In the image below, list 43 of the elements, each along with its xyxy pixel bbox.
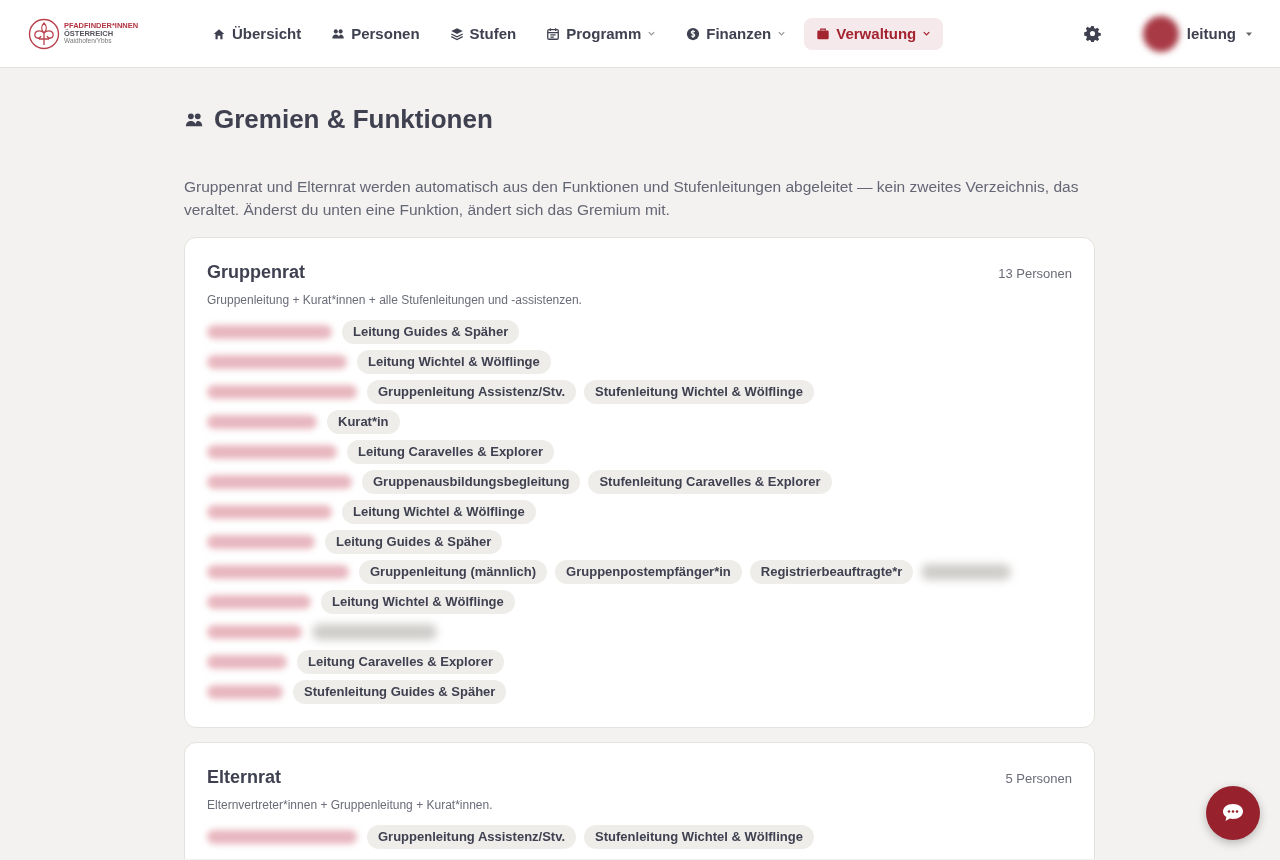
nav-tab[interactable]: Stufen [437, 17, 529, 50]
role-tag: Kurat*in [327, 410, 400, 434]
role-tag: Gruppenausbildungsbegleitung [362, 470, 581, 494]
settings-icon[interactable] [1083, 25, 1101, 42]
role-tag: Leitung Guides & Späher [342, 320, 520, 344]
role-tag: Leitung Caravelles & Explorer [297, 650, 504, 674]
role-tag: Gruppenleitung Assistenz/Stv. [367, 825, 577, 849]
dollar-icon [686, 26, 701, 41]
role-tag: Stufenleitung Wichtel & Wölflinge [584, 380, 814, 404]
nav-tab[interactable]: Personen [319, 17, 432, 50]
briefcase-icon [816, 26, 831, 41]
role-tag: Leitung Wichtel & Wölflinge [321, 590, 515, 614]
nav-tab[interactable]: Finanzen [674, 17, 799, 50]
role-tag: Gruppenpostempfänger*in [555, 560, 742, 584]
page-title: Gremien & Funktionen [214, 104, 493, 135]
people-icon [331, 26, 346, 41]
role-tag: Stufenleitung Caravelles & Explorer [588, 470, 832, 494]
member-count: 5 Personen [1005, 771, 1072, 786]
chat-button[interactable] [1206, 786, 1260, 840]
card-title: Elternrat [207, 767, 282, 788]
role-tag: Leitung Wichtel & Wölflinge [342, 500, 536, 524]
role-tag: Leitung Guides & Späher [325, 530, 503, 554]
caret-icon[interactable] [1246, 30, 1252, 37]
avatar[interactable] [1142, 15, 1179, 52]
role-tag: Gruppenleitung (männlich) [359, 560, 548, 584]
member-count: 13 Personen [998, 266, 1072, 281]
logo-icon [28, 17, 60, 50]
intro-text: Gruppenrat und Elternrat werden automatisch aus den Funktionen und Stufenleitungen abgeleitet — kein zweites Verzeichnis, das veraltet. Änderst du unten eine Funktion, ändert sich das Gremium mit. [184, 177, 1080, 220]
card-description: Gruppenleitung + Kurat*innen + alle Stufenleitungen und -assistenzen. [207, 293, 583, 307]
role-tag: Leitung Wichtel & Wölflinge [357, 350, 551, 374]
role-tag: Leitung Caravelles & Explorer [347, 440, 554, 464]
layers-icon [449, 26, 464, 41]
card-title: Gruppenrat [207, 262, 305, 283]
role-tag: Gruppenleitung Assistenz/Stv. [367, 380, 577, 404]
role-tag: Registrierbeauftragte*r [749, 560, 914, 584]
nav-tab[interactable]: Programm [534, 17, 669, 50]
nav-tab[interactable]: Übersicht [200, 17, 314, 50]
card-description: Elternvertreter*innen + Gruppenleitung + Kurat*innen. [207, 798, 494, 812]
nav-tab[interactable]: Verwaltung [804, 17, 944, 50]
role-tag: Stufenleitung Guides & Späher [293, 680, 507, 704]
user-name[interactable]: leitung [1186, 25, 1236, 42]
calendar-icon [546, 26, 561, 41]
role-tag: Stufenleitung Wichtel & Wölflinge [584, 825, 814, 849]
